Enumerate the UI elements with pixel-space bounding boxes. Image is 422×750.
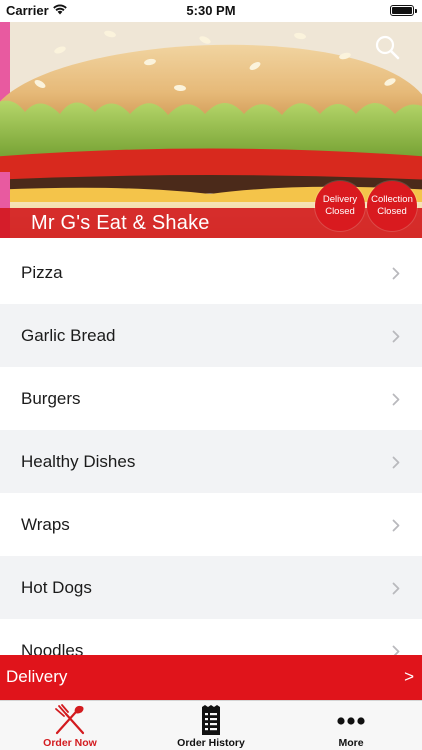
hero-banner-image: Mr G's Eat & Shake Delivery Closed Colle… [0, 22, 422, 238]
search-button[interactable] [372, 32, 402, 62]
collection-status-value: Closed [377, 206, 407, 217]
chevron-right-icon [392, 582, 400, 594]
menu-item-burgers[interactable]: Burgers [0, 367, 422, 430]
chevron-right-icon: > [404, 667, 414, 686]
menu-item-noodles[interactable]: Noodles [0, 619, 422, 655]
clock: 5:30 PM [186, 3, 236, 18]
delivery-mode-bar[interactable]: Delivery > [0, 655, 422, 700]
tab-label: Order Now [43, 737, 97, 749]
menu-item-label: Wraps [21, 514, 70, 534]
menu-item-pizza[interactable]: Pizza [0, 241, 422, 304]
collection-status-badge: Collection Closed [367, 181, 417, 231]
receipt-icon [202, 705, 220, 735]
chevron-right-icon [392, 393, 400, 405]
status-bar: Carrier 5:30 PM [0, 0, 422, 22]
chevron-right-icon [392, 645, 400, 655]
menu-item-hot-dogs[interactable]: Hot Dogs [0, 556, 422, 619]
tab-order-history[interactable]: Order History [141, 701, 281, 750]
tab-label: Order History [177, 737, 245, 749]
menu-item-label: Pizza [21, 262, 63, 282]
chevron-right-icon [392, 456, 400, 468]
menu-item-wraps[interactable]: Wraps [0, 493, 422, 556]
fork-knife-icon [55, 704, 85, 735]
bottom-tab-bar: Order Now Order History More [0, 700, 422, 750]
chevron-right-icon [392, 519, 400, 531]
menu-item-label: Burgers [21, 388, 81, 408]
battery-icon [390, 5, 417, 16]
tab-order-now[interactable]: Order Now [0, 701, 140, 750]
menu-item-garlic-bread[interactable]: Garlic Bread [0, 304, 422, 367]
menu-item-healthy-dishes[interactable]: Healthy Dishes [0, 430, 422, 493]
tab-label: More [338, 737, 364, 749]
delivery-status-value: Closed [325, 206, 355, 217]
search-icon [375, 35, 400, 60]
chevron-right-icon [392, 267, 400, 279]
delivery-mode-label: Delivery [6, 667, 68, 686]
restaurant-name: Mr G's Eat & Shake [31, 212, 210, 234]
delivery-status-title: Delivery [322, 194, 358, 205]
menu-item-label: Garlic Bread [21, 325, 116, 345]
tab-more[interactable]: More [281, 701, 421, 750]
menu-item-label: Noodles [21, 640, 84, 656]
chevron-right-icon [392, 330, 400, 342]
menu-item-label: Healthy Dishes [21, 451, 136, 471]
more-dots-icon [337, 717, 365, 725]
delivery-status-badge: Delivery Closed [315, 181, 365, 231]
menu-category-list: Pizza Garlic Bread Burgers Healthy Dishe… [0, 241, 422, 655]
menu-item-label: Hot Dogs [21, 577, 92, 597]
collection-status-title: Collection [371, 194, 413, 205]
